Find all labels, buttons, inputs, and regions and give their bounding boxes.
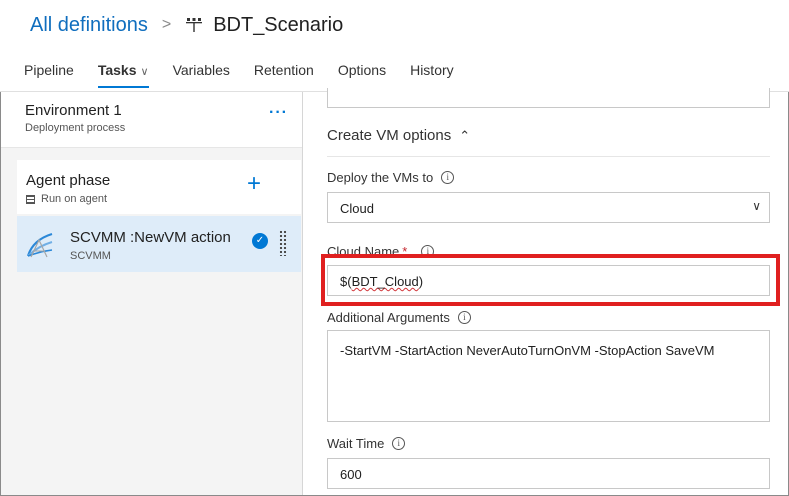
scvmm-icon [25,228,55,260]
tab-retention[interactable]: Retention [254,60,314,88]
add-task-button[interactable]: + [247,170,261,198]
info-icon[interactable]: i [392,437,406,450]
process-pane: Environment 1 Deployment process ··· Age… [1,92,303,495]
wait-time-label: Wait Time i [327,436,406,451]
wait-time-input[interactable]: 600 [327,458,770,489]
section-create-vm-options[interactable]: Create VM options ⌃ [327,127,470,144]
additional-arguments-label: Additional Arguments i [327,310,471,325]
tab-tasks[interactable]: Tasks ∨ [97,60,149,88]
previous-input-field[interactable] [327,88,770,108]
agent-phase-card[interactable]: Agent phase Run on agent + [17,160,301,214]
additional-arguments-label-text: Additional Arguments [327,310,450,325]
section-divider [327,156,770,157]
chevron-down-icon: ∨ [752,199,761,213]
deploy-vms-label: Deploy the VMs to i [327,170,455,185]
pipeline-icon [185,16,203,34]
tab-pipeline[interactable]: Pipeline [24,60,74,88]
phase-subtitle-text: Run on agent [41,193,108,205]
info-icon[interactable]: i [457,311,471,324]
tab-variables[interactable]: Variables [173,60,230,88]
tab-history[interactable]: History [410,60,454,88]
more-options-icon[interactable]: ··· [269,104,288,122]
deploy-vms-label-text: Deploy the VMs to [327,170,434,185]
info-icon[interactable]: i [441,171,455,184]
tab-tasks-label: Tasks [97,62,137,78]
chevron-down-icon: ∨ [140,66,149,78]
tab-bar: Pipeline Tasks ∨ Variables Retention Opti… [24,60,478,90]
task-item-scvmm[interactable]: SCVMM :NewVM action SCVMM ✓ [17,216,301,272]
highlight-box [321,254,780,306]
phase-subtitle: Run on agent [26,193,107,205]
check-icon[interactable]: ✓ [252,233,268,249]
deploy-vms-value: Cloud [340,201,374,216]
breadcrumb: All definitions > BDT_Scenario [30,12,343,38]
page-title: BDT_Scenario [213,13,344,36]
wait-time-label-text: Wait Time [327,436,385,451]
drag-handle-icon[interactable] [279,230,287,256]
environment-title: Environment 1 [25,102,122,119]
task-subtitle: SCVMM [70,250,111,262]
additional-arguments-textarea[interactable]: -StartVM -StartAction NeverAutoTurnOnVM … [327,330,770,422]
phase-title: Agent phase [26,172,111,189]
header: All definitions > BDT_Scenario Pipeline … [0,0,789,92]
server-icon [26,194,35,204]
task-settings-pane: Create VM options ⌃ Deploy the VMs to i … [304,88,788,495]
task-title: SCVMM :NewVM action [70,229,231,246]
tab-options[interactable]: Options [338,60,386,88]
all-definitions-link[interactable]: All definitions [30,14,148,37]
breadcrumb-separator: > [161,16,172,33]
chevron-up-icon: ⌃ [459,127,471,143]
section-title: Create VM options [327,127,452,144]
deploy-vms-select[interactable]: Cloud ∨ [327,192,770,223]
environment-card[interactable]: Environment 1 Deployment process ··· [1,92,302,148]
environment-subtitle: Deployment process [25,122,126,134]
